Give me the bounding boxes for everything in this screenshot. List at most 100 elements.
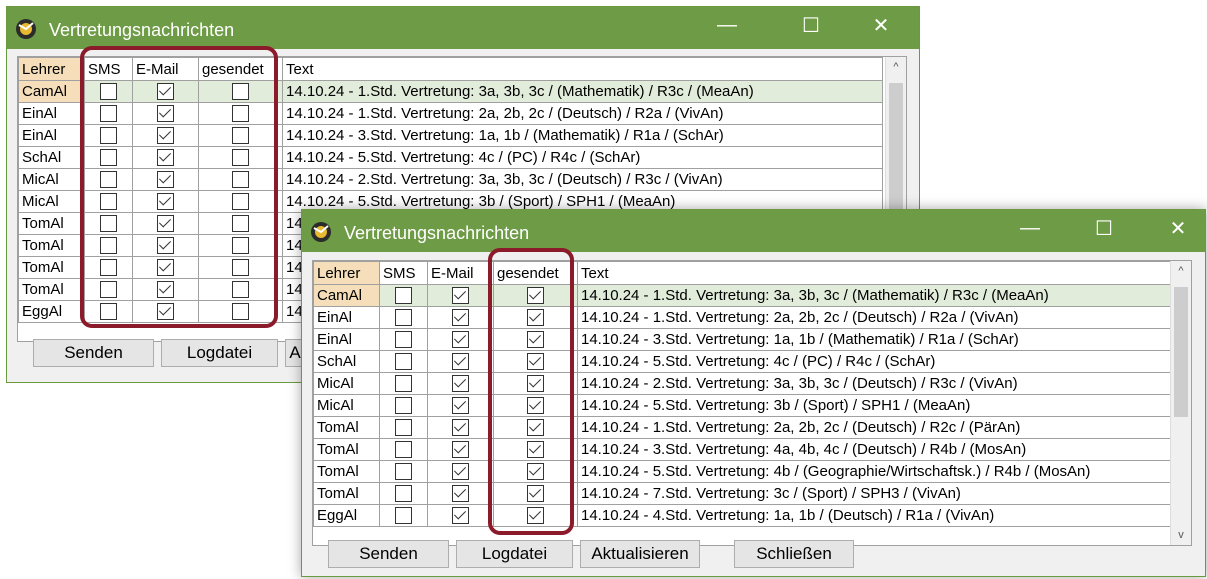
scroll-up-icon[interactable]: ^ [1171,265,1191,277]
table-row[interactable]: TomAl 14.10.24 - 1.Std. Vertretung: 2a, 2… [313,416,1178,439]
message-text-cell: 14.10.24 - 3.Std. Vertretung: 1a, 1b / (… [577,328,1178,351]
message-grid[interactable]: Lehrer SMS E-Mail gesendet Text CamAl 14.… [312,260,1192,546]
table-row[interactable]: CamAl 14.10.24 - 1.Std. Vertretung: 3a, 3… [313,284,1178,307]
email-checkbox[interactable] [452,485,469,503]
window-title: Vertretungsnachrichten [344,223,530,243]
col-header-lehrer[interactable]: Lehrer [18,57,85,81]
lehrer-cell: EinAl [18,102,85,125]
email-checkbox[interactable] [452,441,469,459]
email-checkbox[interactable] [452,463,469,481]
sms-checkbox[interactable] [395,331,412,349]
email-checkbox[interactable] [452,331,469,349]
highlight-box-sms-email [80,46,278,328]
email-checkbox[interactable] [452,309,469,327]
sms-cell [379,350,428,373]
app-logo-icon [16,19,36,39]
sms-cell [379,504,428,527]
minimize-icon[interactable]: — [699,7,755,43]
sms-checkbox[interactable] [395,309,412,327]
message-table: Lehrer SMS E-Mail gesendet Text CamAl 14.… [313,261,1178,527]
lehrer-cell: EggAl [313,504,380,527]
col-header-email[interactable]: E-Mail [427,261,494,285]
col-header-text[interactable]: Text [577,261,1178,285]
close-icon[interactable]: ✕ [1150,210,1206,246]
table-row[interactable]: SchAl 14.10.24 - 5.Std. Vertretung: 4c / … [313,350,1178,373]
sms-checkbox[interactable] [395,397,412,415]
message-text-cell: 14.10.24 - 1.Std. Vertretung: 2a, 2b, 2c… [577,416,1178,439]
sms-checkbox[interactable] [395,353,412,371]
message-text-cell: 14.10.24 - 2.Std. Vertretung: 3a, 3b, 3c… [577,372,1178,395]
col-header-text[interactable]: Text [282,57,883,81]
sms-cell [379,438,428,461]
table-row[interactable]: TomAl 14.10.24 - 7.Std. Vertretung: 3c / … [313,482,1178,505]
scroll-thumb[interactable] [1174,287,1188,417]
logfile-button[interactable]: Logdatei [456,540,573,568]
minimize-icon[interactable]: — [1002,210,1058,246]
title-bar[interactable]: Vertretungsnachrichten — ☐ ✕ [302,210,1205,252]
email-cell [427,394,494,417]
email-cell [427,504,494,527]
lehrer-cell: TomAl [18,256,85,279]
lehrer-cell: EinAl [313,328,380,351]
sms-checkbox[interactable] [395,287,412,305]
table-row[interactable]: EinAl 14.10.24 - 3.Std. Vertretung: 1a, 1… [313,328,1178,351]
message-text-cell: 14.10.24 - 3.Std. Vertretung: 4a, 4b, 4c… [577,438,1178,461]
table-row[interactable]: MicAl 14.10.24 - 5.Std. Vertretung: 3b / … [313,394,1178,417]
lehrer-cell: TomAl [313,416,380,439]
table-row[interactable]: EggAl 14.10.24 - 4.Std. Vertretung: 1a, 1… [313,504,1178,527]
sms-checkbox[interactable] [395,463,412,481]
lehrer-cell: CamAl [18,80,85,103]
lehrer-cell: EinAl [313,306,380,329]
sms-checkbox[interactable] [395,485,412,503]
email-cell [427,350,494,373]
lehrer-cell: TomAl [18,212,85,235]
email-checkbox[interactable] [452,353,469,371]
table-row[interactable]: MicAl 14.10.24 - 2.Std. Vertretung: 3a, 3… [313,372,1178,395]
scroll-up-icon[interactable]: ^ [886,61,906,73]
col-header-lehrer[interactable]: Lehrer [313,261,380,285]
lehrer-cell: MicAl [18,190,85,213]
lehrer-cell: MicAl [313,372,380,395]
window-title: Vertretungsnachrichten [49,20,235,40]
sms-checkbox[interactable] [395,375,412,393]
email-checkbox[interactable] [452,375,469,393]
table-row[interactable]: TomAl 14.10.24 - 5.Std. Vertretung: 4b / … [313,460,1178,483]
highlight-box-gesendet [488,248,574,535]
lehrer-cell: TomAl [313,438,380,461]
refresh-button[interactable]: Aktualisieren [580,540,700,568]
logfile-button[interactable]: Logdatei [161,339,278,367]
sms-cell [379,306,428,329]
message-text-cell: 14.10.24 - 5.Std. Vertretung: 3b / (Spor… [577,394,1178,417]
email-checkbox[interactable] [452,287,469,305]
send-button[interactable]: Senden [328,540,449,568]
email-cell [427,306,494,329]
title-bar[interactable]: Vertretungsnachrichten — ☐ ✕ [7,7,919,49]
sms-cell [379,284,428,307]
email-cell [427,460,494,483]
email-cell [427,372,494,395]
email-cell [427,438,494,461]
table-row[interactable]: TomAl 14.10.24 - 3.Std. Vertretung: 4a, 4… [313,438,1178,461]
sms-checkbox[interactable] [395,419,412,437]
lehrer-cell: SchAl [18,146,85,169]
message-text-cell: 14.10.24 - 5.Std. Vertretung: 4c / (PC) … [282,146,883,169]
close-icon[interactable]: ✕ [853,7,909,43]
email-cell [427,328,494,351]
email-checkbox[interactable] [452,419,469,437]
col-header-sms[interactable]: SMS [379,261,428,285]
lehrer-cell: CamAl [313,284,380,307]
maximize-icon[interactable]: ☐ [1076,210,1132,246]
sms-cell [379,460,428,483]
close-button[interactable]: Schließen [734,540,854,568]
scroll-down-icon[interactable]: v [1171,529,1191,541]
table-row[interactable]: EinAl 14.10.24 - 1.Std. Vertretung: 2a, 2… [313,306,1178,329]
vertical-scrollbar[interactable]: ^ v [1170,261,1191,545]
sms-cell [379,394,428,417]
lehrer-cell: EinAl [18,124,85,147]
email-checkbox[interactable] [452,507,469,525]
sms-checkbox[interactable] [395,507,412,525]
sms-checkbox[interactable] [395,441,412,459]
send-button[interactable]: Senden [33,339,154,367]
email-checkbox[interactable] [452,397,469,415]
maximize-icon[interactable]: ☐ [783,7,839,43]
